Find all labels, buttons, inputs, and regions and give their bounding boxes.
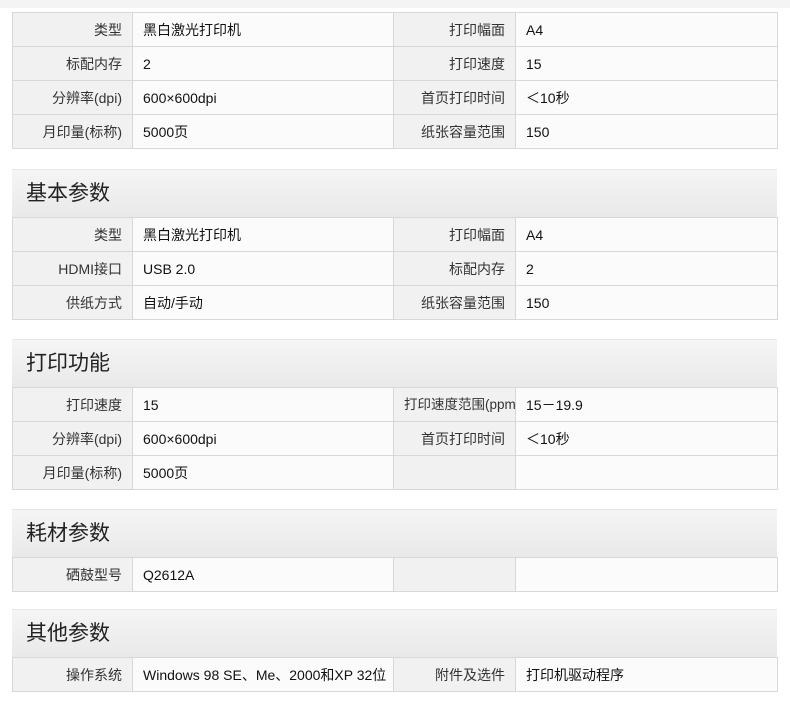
consumables-table: 硒鼓型号 Q2612A	[12, 557, 778, 592]
spec-value: 5000页	[132, 455, 394, 490]
other-params-table: 操作系统 Windows 98 SE、Me、2000和XP 32位 附件及选件 …	[12, 657, 778, 692]
spec-label: 标配内存	[12, 46, 133, 81]
spec-label: 类型	[12, 12, 133, 47]
spec-label: 月印量(标称)	[12, 114, 133, 149]
spec-value: 黑白激光打印机	[132, 12, 394, 47]
spec-value: ＜10秒	[515, 421, 778, 456]
table-row: 操作系统 Windows 98 SE、Me、2000和XP 32位 附件及选件 …	[12, 657, 778, 692]
table-row: 类型 黑白激光打印机 打印幅面 A4	[12, 12, 778, 47]
spec-label: 打印速度范围(ppm)	[393, 387, 516, 422]
spec-label: 附件及选件	[393, 657, 516, 692]
spec-label: 打印速度	[12, 387, 133, 422]
table-row: 类型 黑白激光打印机 打印幅面 A4	[12, 217, 778, 252]
spec-label: 纸张容量范围	[393, 285, 516, 320]
spec-value: 15	[132, 387, 394, 422]
spec-value: 打印机驱动程序	[515, 657, 778, 692]
table-row: 分辨率(dpi) 600×600dpi 首页打印时间 ＜10秒	[12, 421, 778, 456]
spec-label: 月印量(标称)	[12, 455, 133, 490]
print-function-table: 打印速度 15 打印速度范围(ppm) 15－19.9 分辨率(dpi) 600…	[12, 387, 778, 490]
spec-value: A4	[515, 217, 778, 252]
table-row: HDMI接口 USB 2.0 标配内存 2	[12, 251, 778, 286]
spec-label: 供纸方式	[12, 285, 133, 320]
spec-value: 15	[515, 46, 778, 81]
spec-label-empty	[393, 455, 516, 490]
table-row: 供纸方式 自动/手动 纸张容量范围 150	[12, 285, 778, 320]
spec-label-empty	[393, 557, 516, 592]
section-title: 基本参数	[12, 169, 777, 217]
spec-value: 5000页	[132, 114, 394, 149]
section-title: 其他参数	[12, 609, 777, 657]
spec-label: HDMI接口	[12, 251, 133, 286]
basic-params-section: 基本参数 类型 黑白激光打印机 打印幅面 A4 HDMI接口 USB 2.0 标…	[12, 169, 778, 320]
table-row: 硒鼓型号 Q2612A	[12, 557, 778, 592]
summary-section: 类型 黑白激光打印机 打印幅面 A4 标配内存 2 打印速度 15 分辨率(dp…	[12, 12, 778, 149]
top-strip	[0, 0, 790, 8]
spec-label: 标配内存	[393, 251, 516, 286]
spec-value: 2	[515, 251, 778, 286]
section-title: 耗材参数	[12, 509, 777, 557]
spec-label: 首页打印时间	[393, 80, 516, 115]
spec-label: 打印幅面	[393, 217, 516, 252]
spec-value: 2	[132, 46, 394, 81]
basic-params-table: 类型 黑白激光打印机 打印幅面 A4 HDMI接口 USB 2.0 标配内存 2…	[12, 217, 778, 320]
spec-value: ＜10秒	[515, 80, 778, 115]
spec-label: 硒鼓型号	[12, 557, 133, 592]
spec-value: Windows 98 SE、Me、2000和XP 32位	[132, 657, 394, 692]
other-params-section: 其他参数 操作系统 Windows 98 SE、Me、2000和XP 32位 附…	[12, 609, 778, 692]
consumables-section: 耗材参数 硒鼓型号 Q2612A	[12, 509, 778, 592]
spec-label: 类型	[12, 217, 133, 252]
table-row: 月印量(标称) 5000页	[12, 455, 778, 490]
spec-value: 600×600dpi	[132, 80, 394, 115]
spec-value: 150	[515, 114, 778, 149]
spec-label: 操作系统	[12, 657, 133, 692]
spec-value: 15－19.9	[515, 387, 778, 422]
spec-label: 首页打印时间	[393, 421, 516, 456]
table-row: 标配内存 2 打印速度 15	[12, 46, 778, 81]
spec-value: 150	[515, 285, 778, 320]
spec-value: 600×600dpi	[132, 421, 394, 456]
spec-value: 黑白激光打印机	[132, 217, 394, 252]
spec-value: USB 2.0	[132, 251, 394, 286]
summary-table: 类型 黑白激光打印机 打印幅面 A4 标配内存 2 打印速度 15 分辨率(dp…	[12, 12, 778, 149]
section-title: 打印功能	[12, 339, 777, 387]
table-row: 月印量(标称) 5000页 纸张容量范围 150	[12, 114, 778, 149]
spec-page: 类型 黑白激光打印机 打印幅面 A4 标配内存 2 打印速度 15 分辨率(dp…	[0, 0, 790, 705]
spec-label: 分辨率(dpi)	[12, 80, 133, 115]
spec-label: 纸张容量范围	[393, 114, 516, 149]
spec-value-empty	[515, 557, 778, 592]
spec-label: 打印幅面	[393, 12, 516, 47]
spec-label: 分辨率(dpi)	[12, 421, 133, 456]
spec-value: A4	[515, 12, 778, 47]
spec-value: 自动/手动	[132, 285, 394, 320]
table-row: 分辨率(dpi) 600×600dpi 首页打印时间 ＜10秒	[12, 80, 778, 115]
spec-label: 打印速度	[393, 46, 516, 81]
table-row: 打印速度 15 打印速度范围(ppm) 15－19.9	[12, 387, 778, 422]
spec-value-empty	[515, 455, 778, 490]
spec-value: Q2612A	[132, 557, 394, 592]
print-function-section: 打印功能 打印速度 15 打印速度范围(ppm) 15－19.9 分辨率(dpi…	[12, 339, 778, 490]
